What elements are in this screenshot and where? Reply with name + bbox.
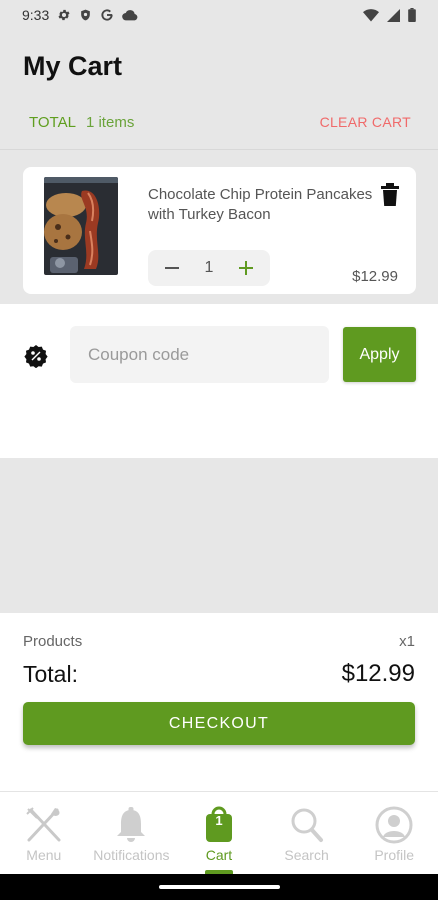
cart-badge-count: 1 bbox=[215, 813, 222, 828]
profile-icon bbox=[374, 805, 414, 845]
nav-label-cart: Cart bbox=[205, 847, 233, 863]
product-image bbox=[44, 177, 118, 275]
status-right bbox=[363, 8, 416, 22]
order-total-value: $12.99 bbox=[341, 660, 415, 687]
status-left: 9:33 bbox=[22, 7, 138, 23]
checkout-button[interactable]: CHECKOUT bbox=[23, 702, 415, 745]
system-gesture-bar bbox=[0, 874, 438, 900]
item-count: 1 items bbox=[85, 114, 135, 131]
home-gesture-handle[interactable] bbox=[159, 885, 280, 889]
apply-coupon-button[interactable]: Apply bbox=[343, 327, 416, 382]
utensils-icon bbox=[24, 805, 64, 845]
order-summary: Products x1 Total: $12.99 CHECKOUT bbox=[0, 613, 438, 791]
signal-icon bbox=[387, 8, 400, 22]
clear-cart-button[interactable]: CLEAR CART bbox=[320, 114, 411, 130]
shield-icon bbox=[81, 9, 91, 21]
nav-label-search: Search bbox=[284, 847, 329, 863]
search-icon bbox=[287, 805, 327, 845]
nav-label-notifications: Notifications bbox=[93, 847, 170, 863]
cart-total-summary: TOTAL 1 items bbox=[29, 114, 134, 131]
cart-header: My Cart TOTAL 1 items CLEAR CART bbox=[0, 30, 438, 150]
item-price: $12.99 bbox=[352, 268, 398, 285]
cart-item: Chocolate Chip Protein Pancakes with Tur… bbox=[23, 167, 416, 294]
product-name: Chocolate Chip Protein Pancakes with Tur… bbox=[148, 186, 373, 223]
battery-icon bbox=[408, 8, 416, 22]
status-time: 9:33 bbox=[22, 7, 50, 23]
order-total-label: Total: bbox=[23, 661, 78, 687]
shopping-bag-icon: 1 bbox=[199, 805, 239, 845]
nav-label-menu: Menu bbox=[26, 847, 62, 863]
nav-item-profile[interactable]: Profile bbox=[350, 792, 438, 874]
cloud-icon bbox=[122, 10, 138, 21]
total-label: TOTAL bbox=[29, 114, 76, 131]
page-title: My Cart bbox=[23, 51, 123, 81]
increase-quantity-button[interactable] bbox=[231, 253, 261, 283]
status-bar: 9:33 bbox=[0, 0, 438, 30]
quantity-value: 1 bbox=[204, 259, 214, 276]
plus-icon bbox=[239, 261, 254, 275]
gear-icon bbox=[58, 9, 70, 21]
products-count: x1 bbox=[399, 633, 415, 650]
quantity-stepper: 1 bbox=[148, 250, 270, 286]
google-icon bbox=[101, 9, 113, 21]
nav-item-notifications[interactable]: Notifications bbox=[88, 792, 176, 874]
nav-item-cart[interactable]: 1 Cart bbox=[175, 792, 263, 875]
products-label: Products bbox=[23, 633, 83, 650]
wifi-icon bbox=[363, 8, 379, 21]
decrease-quantity-button[interactable] bbox=[157, 253, 187, 283]
percent-badge-icon bbox=[24, 344, 48, 369]
nav-item-search[interactable]: Search bbox=[263, 792, 351, 874]
bell-icon bbox=[111, 805, 151, 845]
minus-icon bbox=[164, 267, 179, 269]
nav-label-profile: Profile bbox=[374, 847, 415, 863]
coupon-code-input[interactable] bbox=[70, 326, 329, 383]
trash-icon bbox=[381, 183, 399, 206]
coupon-section: Apply bbox=[0, 304, 438, 458]
nav-item-menu[interactable]: Menu bbox=[0, 792, 88, 874]
delete-item-button[interactable] bbox=[380, 183, 400, 207]
bottom-navigation: Menu Notifications 1 Cart Search Profile bbox=[0, 791, 438, 875]
header-divider bbox=[0, 149, 438, 150]
